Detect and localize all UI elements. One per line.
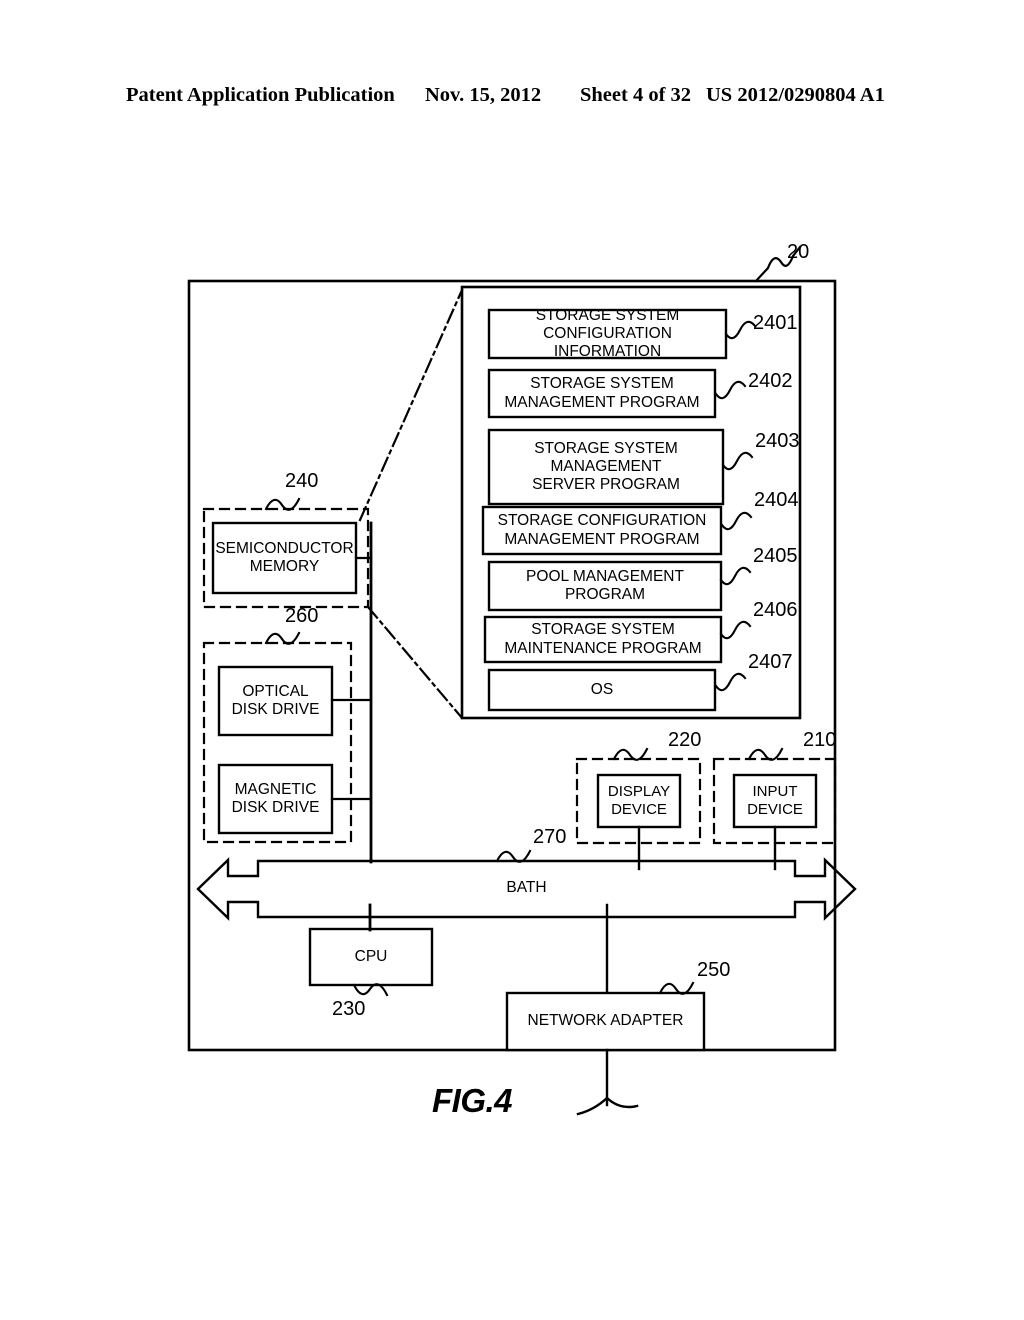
leader-2406 (719, 620, 752, 640)
optical-disk-drive-label: OPTICAL DISK DRIVE (231, 682, 320, 718)
detail-label-storage-configuration-management-program: STORAGE CONFIGURATION MANAGEMENT PROGRAM (497, 512, 707, 548)
leader-2401 (724, 320, 757, 340)
ref-label-20: 20 (787, 241, 810, 263)
patent-figure-page: Patent Application Publication Nov. 15, … (0, 0, 1024, 1320)
display-device-label: DISPLAY DEVICE (607, 783, 671, 818)
leader-2403 (721, 451, 754, 471)
ref-label-260: 260 (285, 605, 319, 627)
magnetic-disk-drive-label: MAGNETIC DISK DRIVE (231, 780, 320, 816)
ref-label-2405: 2405 (753, 545, 798, 567)
detail-label-storage-system-management-program: STORAGE SYSTEM MANAGEMENT PROGRAM (504, 375, 700, 411)
leader-2402 (714, 380, 747, 400)
ref-label-210: 210 (803, 729, 837, 751)
figure-caption: FIG.4 (432, 1082, 513, 1119)
ref-label-2403: 2403 (755, 430, 800, 452)
semiconductor-memory-label: SEMICONDUCTOR MEMORY (215, 539, 354, 575)
network-adapter-label: NETWORK ADAPTER (527, 1012, 684, 1030)
ref-label-240: 240 (285, 470, 319, 492)
detail-label-os: OS (590, 680, 614, 698)
cpu-label: CPU (354, 947, 388, 965)
ref-label-2401: 2401 (753, 312, 798, 334)
ref-label-220: 220 (668, 729, 702, 751)
ref-label-250: 250 (697, 959, 731, 981)
ref-label-270: 270 (533, 826, 567, 848)
leader-2407 (714, 672, 747, 692)
ref-label-2402: 2402 (748, 370, 793, 392)
expansion-line-bottom (366, 605, 464, 720)
ref-label-230: 230 (332, 998, 366, 1020)
detail-label-storage-system-configuration-information: STORAGE SYSTEM CONFIGURATION INFORMATION (535, 306, 680, 361)
detail-label-pool-management-program: POOL MANAGEMENT PROGRAM (526, 567, 684, 603)
expansion-line-top (358, 288, 464, 522)
ref-label-2404: 2404 (754, 489, 799, 511)
input-device-label: INPUT DEVICE (747, 783, 803, 818)
ref-label-2406: 2406 (753, 599, 798, 621)
detail-label-storage-system-maintenance-program: STORAGE SYSTEM MAINTENANCE PROGRAM (504, 621, 702, 657)
detail-label-storage-system-management-server-program: STORAGE SYSTEM MANAGEMENT SERVER PROGRAM (532, 439, 680, 494)
leader-2405 (719, 566, 752, 586)
bus-label: BATH (506, 878, 547, 896)
ref-label-2407: 2407 (748, 651, 793, 673)
leader-2404 (720, 511, 753, 531)
